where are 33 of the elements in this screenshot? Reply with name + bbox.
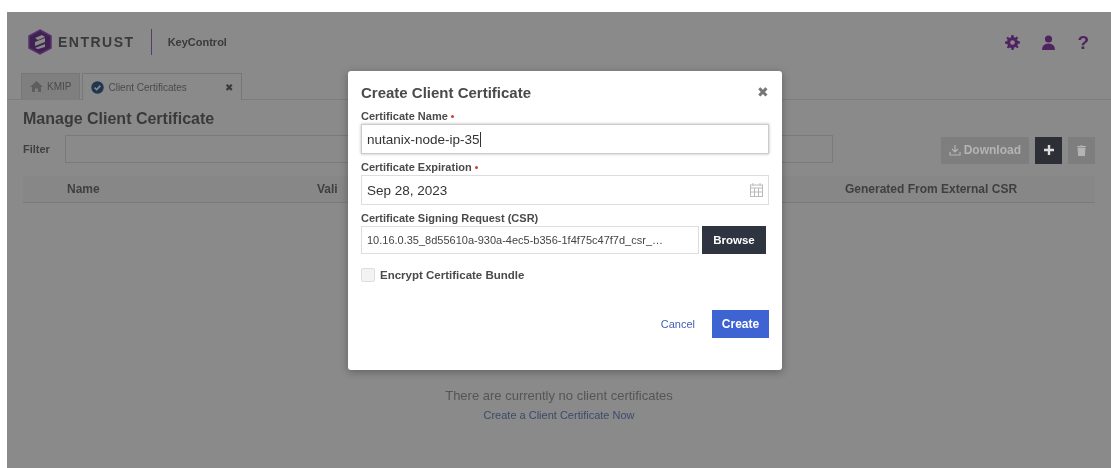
add-button[interactable] xyxy=(1035,136,1062,164)
column-header[interactable]: Name xyxy=(67,182,317,196)
filter-label: Filter xyxy=(23,143,51,155)
settings-icon[interactable] xyxy=(1005,34,1021,50)
field-label: Certificate Signing Request (CSR) xyxy=(361,212,539,224)
dialog-title: Create Client Certificate xyxy=(361,83,532,101)
calendar-icon xyxy=(750,183,763,197)
download-icon xyxy=(948,144,961,156)
home-icon xyxy=(30,81,43,92)
date-input-field[interactable]: Sep 28, 2023 xyxy=(361,175,769,205)
name-input-field[interactable]: nutanix-node-ip-35 xyxy=(361,124,769,154)
product-name: KeyControl xyxy=(167,36,227,48)
close-icon[interactable]: ✖ xyxy=(225,81,234,93)
column-header[interactable]: Generated From External CSR xyxy=(845,182,1018,196)
page-title: Manage Client Certificate xyxy=(23,110,215,128)
field-label: Certificate Name xyxy=(361,110,448,122)
browse-button[interactable]: Browse xyxy=(702,226,766,254)
file-input-field[interactable]: 10.16.0.35_8d55610a-930a-4ec5-b356-1f4f75c47f7d_csr_… xyxy=(361,226,699,254)
trash-icon xyxy=(1077,144,1086,156)
brand-name: ENTRUST xyxy=(58,34,135,50)
create-link[interactable]: Create a Client Certificate Now xyxy=(483,409,635,421)
field-label: Certificate Expiration xyxy=(361,161,472,173)
create-button[interactable]: Create xyxy=(712,310,769,338)
close-icon[interactable]: ✖ xyxy=(757,84,769,100)
checkbox[interactable] xyxy=(361,268,375,282)
cancel-link[interactable]: Cancel xyxy=(660,318,695,330)
checkbox-label: Encrypt Certificate Bundle xyxy=(380,269,525,281)
hexagon-logo-icon xyxy=(28,29,52,55)
user-icon[interactable] xyxy=(1042,34,1056,50)
plus-icon xyxy=(1043,145,1054,155)
tab[interactable]: Client Certificates ✖ xyxy=(82,73,243,100)
help-icon[interactable]: ? xyxy=(1077,32,1089,52)
check-badge-icon xyxy=(91,80,105,94)
